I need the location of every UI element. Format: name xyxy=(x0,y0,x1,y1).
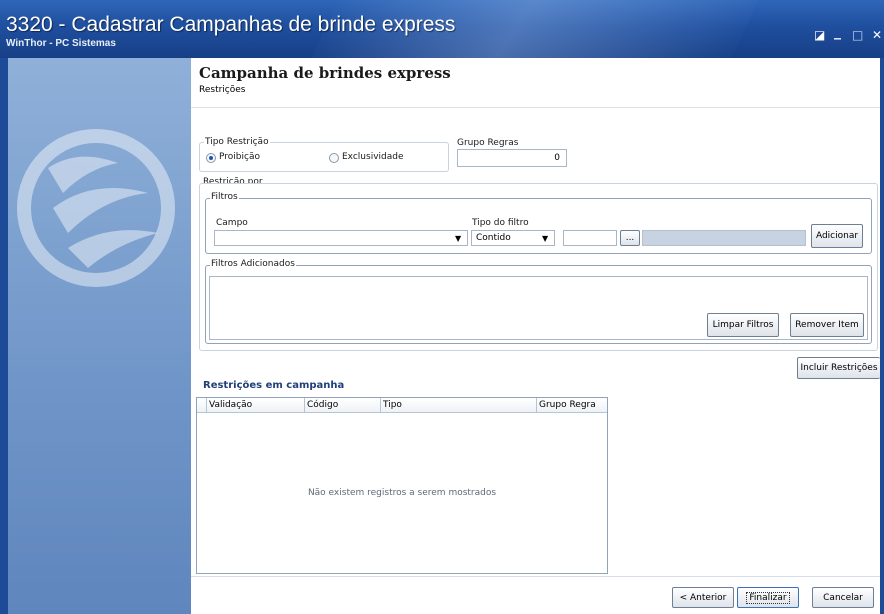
cancelar-button[interactable]: Cancelar xyxy=(812,587,874,608)
header-divider xyxy=(191,107,880,108)
tipo-filtro-dropdown-icon[interactable]: ▼ xyxy=(542,234,548,243)
anterior-button[interactable]: < Anterior xyxy=(672,587,734,608)
incluir-restricoes-label: Incluir Restrições xyxy=(800,363,878,373)
filtros-adicionados-label: Filtros Adicionados xyxy=(210,259,296,269)
minimize-button[interactable]: _ xyxy=(834,24,841,40)
grupo-regras-input[interactable]: 0 xyxy=(457,149,567,167)
campo-select[interactable] xyxy=(214,230,468,246)
campo-dropdown-icon[interactable]: ▼ xyxy=(455,234,461,243)
browse-button-label: ... xyxy=(625,233,635,243)
radio-exclusividade-label[interactable]: Exclusividade xyxy=(342,152,404,162)
window-subtitle: WinThor - PC Sistemas xyxy=(6,38,116,49)
filtro-valor-input[interactable] xyxy=(563,230,617,246)
filtro-descricao-field xyxy=(642,230,806,246)
browse-button[interactable]: ... xyxy=(620,230,640,246)
column-grupo-regra[interactable]: Grupo Regra xyxy=(537,398,607,413)
anterior-button-label: < Anterior xyxy=(679,592,727,603)
footer-divider xyxy=(191,576,880,577)
restricoes-title: Restrições em campanha xyxy=(203,380,345,391)
maximize-button[interactable]: □ xyxy=(852,28,863,42)
finalizar-button[interactable]: Finalizar xyxy=(737,587,799,608)
limpar-filtros-label: Limpar Filtros xyxy=(712,320,774,330)
tipo-filtro-value: Contido xyxy=(476,233,511,243)
close-button[interactable]: ✕ xyxy=(872,28,882,42)
window-frame-right xyxy=(880,58,884,614)
column-validacao[interactable]: Validação xyxy=(207,398,305,413)
column-tipo[interactable]: Tipo xyxy=(381,398,537,413)
winthor-logo xyxy=(17,129,175,287)
radio-proibicao[interactable] xyxy=(206,153,216,163)
restricoes-grid[interactable] xyxy=(196,397,608,574)
filtros-label: Filtros xyxy=(210,192,239,202)
campo-label: Campo xyxy=(216,218,248,228)
tipo-restricao-label: Tipo Restrição xyxy=(204,137,270,147)
window-frame-left xyxy=(0,58,8,614)
remover-item-button[interactable]: Remover Item xyxy=(790,313,864,337)
radio-exclusividade[interactable] xyxy=(329,153,339,163)
page-title: Campanha de brindes express xyxy=(199,64,451,82)
cancelar-button-label: Cancelar xyxy=(823,592,863,603)
adicionar-button[interactable]: Adicionar xyxy=(811,224,863,248)
grid-empty-message: Não existem registros a serem mostrados xyxy=(307,488,497,498)
limpar-filtros-button[interactable]: Limpar Filtros xyxy=(707,313,779,337)
incluir-restricoes-button[interactable]: Incluir Restrições xyxy=(797,357,880,379)
page-step: Restrições xyxy=(199,85,246,95)
remover-item-label: Remover Item xyxy=(795,320,859,330)
adicionar-button-label: Adicionar xyxy=(815,231,859,241)
radio-proibicao-label[interactable]: Proibição xyxy=(219,152,260,162)
finalizar-button-label: Finalizar xyxy=(746,591,790,604)
column-codigo[interactable]: Código xyxy=(305,398,381,413)
window-title: 3320 - Cadastrar Campanhas de brinde exp… xyxy=(6,13,456,36)
restore-icon[interactable]: ◪ xyxy=(814,28,825,42)
wizard-side-panel xyxy=(8,58,191,614)
grupo-regras-label: Grupo Regras xyxy=(457,138,519,148)
grid-row-indicator-header xyxy=(197,398,207,413)
tipo-filtro-label: Tipo do filtro xyxy=(472,218,529,228)
